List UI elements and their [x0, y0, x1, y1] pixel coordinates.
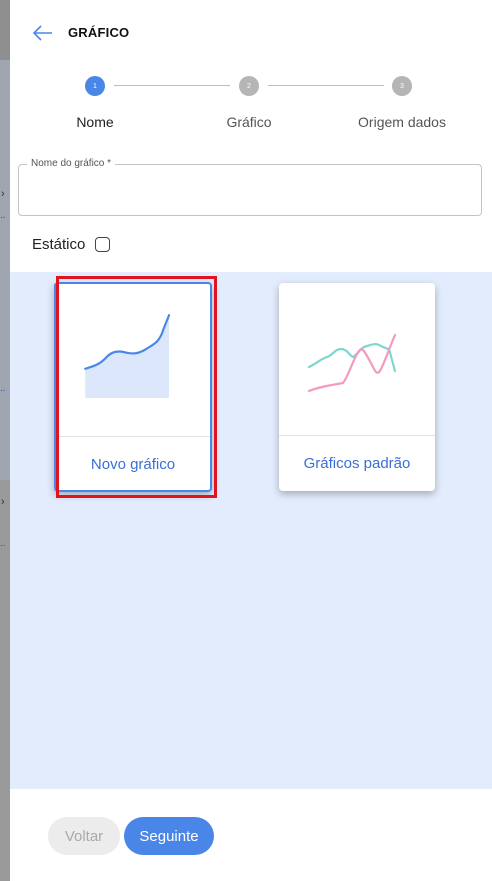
step-2-indicator: 2 [239, 76, 259, 96]
step-number: 1 [93, 82, 97, 90]
back-button[interactable]: Voltar [48, 817, 120, 855]
step-connector [114, 85, 230, 86]
static-checkbox[interactable] [95, 236, 111, 252]
next-button[interactable]: Seguinte [124, 817, 214, 855]
chart-name-field: Nome do gráfico * [18, 158, 482, 216]
step-1-indicator: 1 [85, 76, 105, 96]
step-3-label: Origem dados [358, 114, 446, 130]
chart-wizard-panel: GRÁFICO 1 2 3 Nome Gráfico Origem dados … [10, 0, 492, 881]
strip-segment [0, 0, 10, 60]
area-chart-icon [84, 314, 171, 399]
step-number: 3 [400, 82, 404, 90]
static-option: Estático [32, 233, 111, 255]
step-2-label: Gráfico [226, 114, 272, 130]
ellipsis-icon: ·· [0, 540, 6, 551]
page-title: GRÁFICO [68, 25, 130, 40]
ellipsis-icon: ·· [0, 385, 6, 396]
static-label: Estático [32, 235, 86, 253]
arrow-left-icon[interactable] [32, 24, 54, 42]
card-divider [56, 436, 210, 437]
step-3-indicator: 3 [392, 76, 412, 96]
stepper: 1 2 3 Nome Gráfico Origem dados [10, 72, 492, 132]
chart-name-input[interactable] [29, 181, 473, 205]
chevron-right-icon: › [1, 188, 5, 200]
default-charts-label: Gráficos padrão [303, 455, 411, 472]
step-number: 2 [247, 82, 251, 90]
line-chart-icon [307, 333, 397, 393]
card-divider [279, 435, 435, 436]
chart-type-options: Novo gráfico Gráficos padrão [10, 272, 492, 789]
background-page-strip: › ·· ·· › ·· [0, 0, 10, 881]
chevron-right-icon: › [1, 496, 5, 508]
default-charts-card[interactable]: Gráficos padrão [279, 283, 435, 491]
new-chart-label: Novo gráfico [90, 456, 176, 473]
header: GRÁFICO [10, 0, 492, 66]
chart-name-label: Nome do gráfico * [27, 158, 116, 169]
new-chart-card[interactable]: Novo gráfico [54, 282, 212, 492]
ellipsis-icon: ·· [0, 212, 6, 223]
footer: Voltar Seguinte [10, 789, 492, 881]
step-1-label: Nome [76, 114, 114, 130]
strip-segment [0, 60, 10, 480]
step-connector [268, 85, 384, 86]
